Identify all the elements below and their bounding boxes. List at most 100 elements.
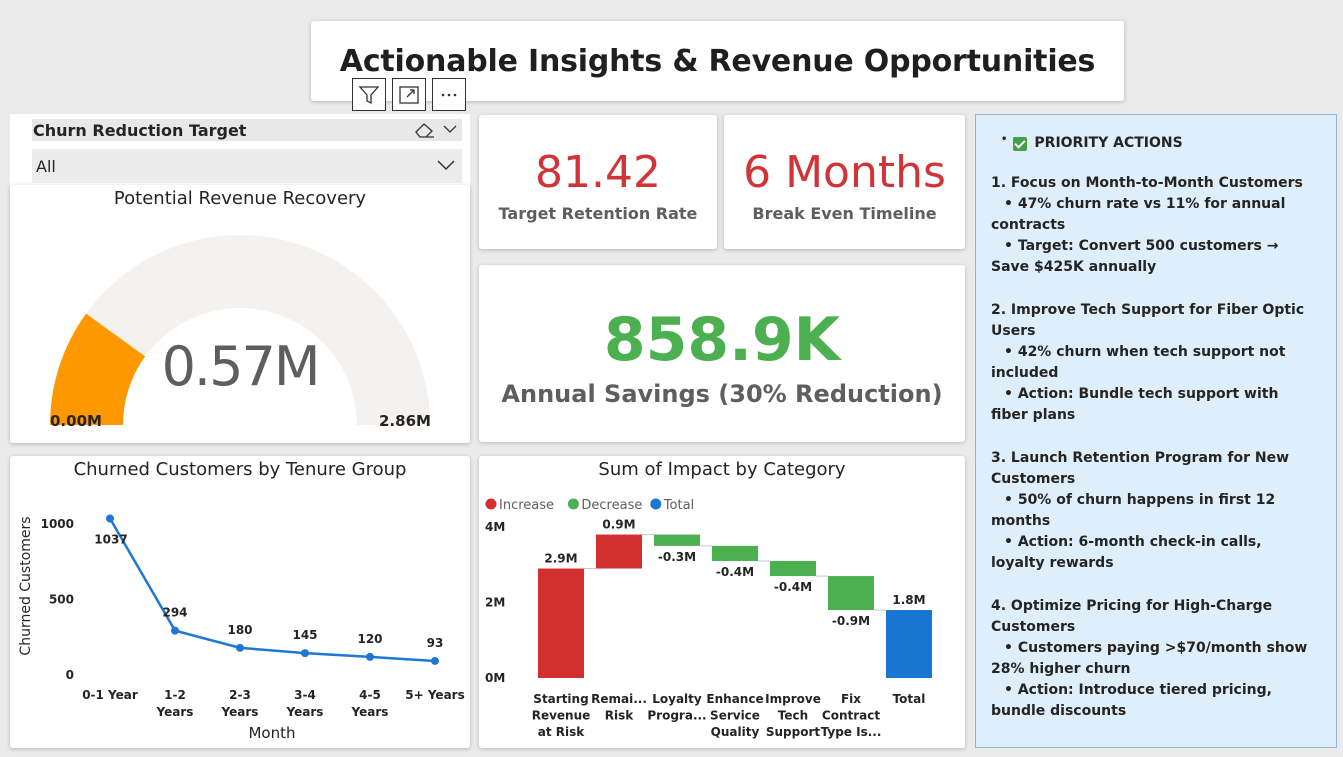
x-axis-title: Month [248, 724, 295, 742]
data-label: 1037 [94, 533, 127, 547]
legend-marker [485, 498, 497, 510]
y-tick-label: 0 [66, 668, 74, 682]
x-tick-label: Improve Tech Support [765, 692, 821, 739]
filter-icon [358, 85, 380, 104]
legend-marker [567, 498, 579, 510]
waterfall-bar [828, 576, 874, 611]
priority-actions-panel: • PRIORITY ACTIONS 1. Focus on Month-to-… [975, 114, 1337, 748]
annual-savings-value: 858.9K [603, 305, 841, 375]
y-tick-label: 4M [485, 520, 505, 534]
legend-marker [650, 498, 662, 510]
page-title: Actionable Insights & Revenue Opportunit… [339, 43, 1096, 79]
gauge-min-label: 0.00M [50, 412, 102, 430]
action-title: 1. Focus on Month-to-Month Customers [991, 175, 1303, 191]
x-tick-label: Total [893, 692, 926, 706]
dropdown-chevron-icon [437, 160, 455, 171]
priority-actions-header: • PRIORITY ACTIONS [991, 133, 1320, 154]
filter-button[interactable] [352, 78, 386, 111]
line-chart-title: Churned Customers by Tenure Group [73, 459, 407, 480]
x-tick-label: Remai... Risk [591, 692, 647, 723]
annual-savings-kpi-card: 858.9K Annual Savings (30% Reduction) [479, 265, 965, 442]
action-bullet: • Action: Bundle tech support with fiber… [991, 386, 1279, 423]
data-label: -0.4M [774, 580, 812, 594]
y-tick-label: 1000 [41, 517, 74, 531]
legend-label: Total [663, 498, 694, 513]
data-label: 2.9M [544, 552, 577, 566]
data-point [106, 514, 114, 523]
x-tick-label: 0-1 Year [82, 688, 138, 702]
focus-mode-icon [399, 85, 419, 104]
data-point [431, 656, 439, 665]
data-point [301, 649, 309, 658]
data-label: 0.9M [602, 518, 635, 532]
action-bullet: • Customers paying >$70/month show 28% h… [991, 640, 1308, 677]
revenue-recovery-gauge-card: Potential Revenue Recovery 0.57M 0.00M 2… [10, 185, 470, 443]
priority-actions-list: 1. Focus on Month-to-Month Customers • 47… [991, 173, 1320, 722]
break-even-label: Break Even Timeline [752, 204, 937, 223]
eraser-icon[interactable] [414, 122, 436, 138]
action-title: 3. Launch Retention Program for New Cust… [991, 450, 1290, 487]
action-block: 1. Focus on Month-to-Month Customers • 47… [991, 173, 1320, 278]
data-label: 93 [427, 636, 444, 650]
x-tick-label: 4-5 Years [351, 688, 389, 719]
waterfall-bar [770, 560, 816, 577]
waterfall-bar [538, 568, 584, 678]
series-line [108, 517, 436, 663]
x-tick-label: Loyalty Progra... [647, 692, 706, 723]
waterfall-title: Sum of Impact by Category [598, 459, 846, 480]
gauge-value: 0.57M [161, 335, 321, 398]
x-tick-label: Fix Contract Type Is... [821, 692, 882, 739]
target-retention-label: Target Retention Rate [498, 204, 698, 223]
target-retention-value: 81.42 [535, 147, 661, 198]
impact-waterfall-card: Sum of Impact by Category Increase Decrea… [479, 456, 965, 748]
visual-header-toolbar [352, 78, 466, 111]
x-tick-label: 3-4 Years [286, 688, 324, 719]
data-point [366, 652, 374, 661]
y-tick-label: 2M [485, 596, 505, 610]
slicer-selected-value: All [36, 156, 56, 176]
target-retention-kpi-card: 81.42 Target Retention Rate [479, 115, 717, 249]
waterfall-bar [886, 610, 932, 678]
gauge-max-label: 2.86M [379, 412, 431, 430]
churn-target-slicer: Churn Reduction Target All [10, 114, 470, 186]
impact-waterfall-chart: Increase Decrease Total 0M 2M 4M 2.9M Starting R… [485, 498, 932, 739]
x-tick-label: Starting Revenue at Risk [532, 692, 591, 739]
action-bullet: • Target: Convert 500 customers → Save $… [991, 238, 1279, 275]
waterfall-bar [712, 545, 758, 561]
y-axis-title: Churned Customers [18, 516, 34, 655]
priority-actions-title: PRIORITY ACTIONS [1034, 135, 1183, 151]
x-tick-label: 1-2 Years [156, 688, 194, 719]
data-label: -0.3M [658, 550, 696, 564]
waterfall-bar [654, 534, 700, 546]
action-bullet: • 47% churn rate vs 11% for annual contr… [991, 196, 1286, 233]
action-title: 4. Optimize Pricing for High-Charge Cust… [991, 598, 1273, 635]
data-label: 120 [357, 632, 382, 646]
tenure-line-chart: Churned Customers Month 0 500 1000 1037 0-1 Ye… [18, 514, 465, 742]
x-tick-label: 5+ Years [405, 688, 464, 702]
data-label: -0.9M [832, 614, 870, 628]
waterfall-bar [596, 534, 642, 569]
y-tick-label: 0M [485, 671, 505, 685]
action-bullet: • 50% of churn happens in first 12 month… [991, 492, 1276, 529]
data-label: 180 [227, 623, 252, 637]
data-label: 294 [162, 606, 187, 620]
gauge-chart [50, 235, 430, 425]
focus-mode-button[interactable] [392, 78, 426, 111]
action-bullet: • 42% churn when tech support not includ… [991, 344, 1286, 381]
y-tick-label: 500 [49, 593, 74, 607]
data-label: 145 [292, 628, 317, 642]
x-tick-label: Enhance Service Quality [706, 692, 763, 739]
chevron-down-icon[interactable] [442, 122, 458, 136]
more-options-icon [441, 93, 457, 96]
slicer-title: Churn Reduction Target [33, 120, 247, 140]
more-options-button[interactable] [432, 78, 466, 111]
slicer-dropdown[interactable]: All [32, 149, 462, 183]
data-label: -0.4M [716, 565, 754, 579]
data-point [236, 643, 244, 652]
data-point [171, 626, 179, 635]
data-label: 1.8M [892, 593, 925, 607]
break-even-value: 6 Months [743, 147, 946, 198]
x-tick-label: 2-3 Years [221, 688, 259, 719]
break-even-kpi-card: 6 Months Break Even Timeline [724, 115, 965, 249]
action-bullet: • Action: Introduce tiered pricing, bund… [991, 682, 1272, 719]
